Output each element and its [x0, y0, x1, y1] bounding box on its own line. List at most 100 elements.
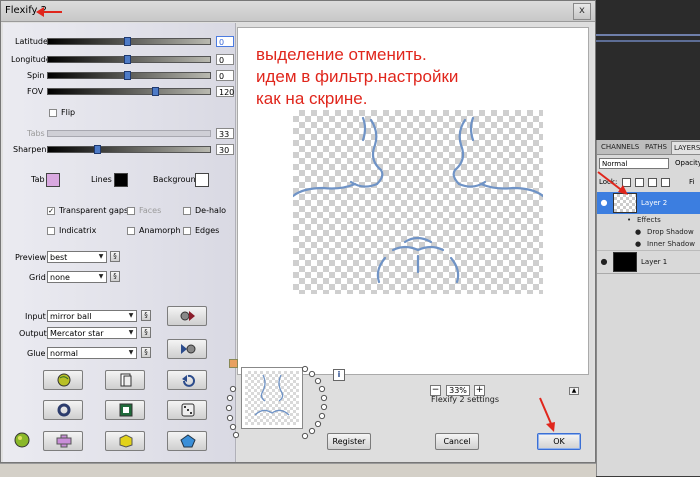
- undo-button[interactable]: [167, 370, 207, 390]
- collapse-button[interactable]: ▲: [569, 387, 579, 395]
- lock-all-icon[interactable]: [661, 177, 671, 187]
- edges-checkbox[interactable]: [183, 227, 191, 235]
- inner-shadow-row[interactable]: ● Inner Shadow: [597, 238, 700, 251]
- ring-icon: [57, 403, 71, 417]
- flexify-dialog: Flexify 2 x Latitude 0 Longitude 0 Spin …: [0, 0, 596, 463]
- preview-canvas[interactable]: выделение отменить. идем в фильтр.настро…: [237, 27, 589, 375]
- spin-input[interactable]: 0: [216, 70, 234, 81]
- tab-color-swatch[interactable]: [46, 173, 60, 187]
- eye-icon[interactable]: ●: [635, 226, 641, 238]
- preview-label: Preview: [15, 253, 47, 262]
- chevron-down-icon: ▼: [98, 253, 104, 260]
- cross-button[interactable]: [43, 431, 83, 451]
- slider-knob[interactable]: [151, 87, 159, 96]
- play-forward-button[interactable]: [167, 306, 207, 326]
- layer-row-layer-2[interactable]: ● Layer 2: [597, 192, 700, 215]
- longitude-slider[interactable]: [47, 55, 211, 64]
- dial-ring[interactable]: [299, 363, 329, 443]
- input-select[interactable]: mirror ball ▼: [47, 310, 137, 322]
- lock-transparent-icon[interactable]: [621, 177, 631, 187]
- undo-icon: [182, 374, 195, 387]
- tabs-slider: [47, 130, 211, 137]
- dice-button[interactable]: [167, 400, 207, 420]
- frame-button[interactable]: [105, 400, 145, 420]
- indicatrix-label: Indicatrix: [59, 226, 97, 235]
- eye-icon[interactable]: ●: [599, 258, 609, 266]
- faces-label: Faces: [139, 206, 162, 215]
- transparent-gaps-checkbox[interactable]: ✓: [47, 207, 55, 215]
- pentagon-button[interactable]: [167, 431, 207, 451]
- eye-icon[interactable]: ●: [599, 199, 609, 207]
- latitude-slider[interactable]: [47, 37, 211, 46]
- navigator-thumbnail[interactable]: [241, 367, 303, 429]
- copy-icon: [120, 373, 132, 387]
- slider-knob[interactable]: [124, 55, 132, 64]
- slider-knob[interactable]: [124, 37, 132, 46]
- register-button[interactable]: Register: [327, 433, 371, 450]
- cancel-button[interactable]: Cancel: [435, 433, 479, 450]
- flip-checkbox[interactable]: [49, 109, 57, 117]
- de-halo-checkbox[interactable]: [183, 207, 191, 215]
- flip-label: Flip: [61, 108, 76, 117]
- layer-row-layer-1[interactable]: ● Layer 1: [597, 251, 700, 274]
- fov-slider[interactable]: [47, 87, 211, 96]
- preview-link-button[interactable]: §: [110, 251, 120, 262]
- chevron-down-icon: ▼: [128, 349, 134, 356]
- tab-channels[interactable]: CHANNELS: [599, 141, 641, 153]
- anamorph-checkbox[interactable]: [127, 227, 135, 235]
- lines-color-swatch[interactable]: [114, 173, 128, 187]
- glue-link-button[interactable]: §: [141, 347, 151, 358]
- play-forward-icon: [180, 311, 195, 321]
- slider-knob[interactable]: [93, 145, 101, 154]
- output-select[interactable]: Mercator star ▼: [47, 327, 137, 339]
- longitude-input[interactable]: 0: [216, 54, 234, 65]
- note-line: идем в фильтр.настройки: [256, 67, 459, 86]
- opacity-label: Opacity: [675, 159, 700, 167]
- faces-checkbox[interactable]: [127, 207, 135, 215]
- fov-input[interactable]: 120: [216, 86, 234, 97]
- longitude-label: Longitude: [11, 55, 51, 64]
- slider-knob[interactable]: [124, 71, 132, 80]
- background-color-label: Background: [153, 175, 201, 184]
- randomize-button[interactable]: [43, 370, 83, 390]
- lock-move-icon[interactable]: [648, 177, 658, 187]
- play-reverse-button[interactable]: [167, 339, 207, 359]
- tab-paths[interactable]: PATHS: [643, 141, 669, 153]
- play-reverse-icon: [181, 344, 196, 354]
- chevron-down-icon: ▼: [128, 312, 134, 319]
- lock-pixels-icon[interactable]: [634, 177, 644, 187]
- grid-select[interactable]: none ▼: [47, 271, 107, 283]
- dice-icon: [181, 403, 195, 417]
- ring-button[interactable]: [43, 400, 83, 420]
- glue-select[interactable]: normal ▼: [47, 347, 137, 359]
- navigator-corner-handle[interactable]: [229, 359, 238, 368]
- tab-layers[interactable]: LAYERS: [671, 141, 700, 154]
- drop-shadow-label: Drop Shadow: [647, 228, 694, 236]
- settings-label: Flexify 2 settings: [431, 395, 500, 404]
- latitude-input[interactable]: 0: [216, 36, 234, 47]
- layers-panel-tabs: CHANNELS PATHS LAYERS: [597, 140, 700, 155]
- copy-button[interactable]: [105, 370, 145, 390]
- output-link-button[interactable]: §: [141, 327, 151, 338]
- spin-slider[interactable]: [47, 71, 211, 80]
- indicatrix-checkbox[interactable]: [47, 227, 55, 235]
- sharpen-input[interactable]: 30: [216, 144, 234, 155]
- preview-select[interactable]: best ▼: [47, 251, 107, 263]
- input-link-button[interactable]: §: [141, 310, 151, 321]
- background-color-swatch[interactable]: [195, 173, 209, 187]
- grid-link-button[interactable]: §: [110, 271, 120, 282]
- sharpen-slider[interactable]: [47, 145, 211, 154]
- tabs-label: Tabs: [27, 129, 45, 138]
- eye-icon[interactable]: ●: [635, 238, 641, 250]
- close-button[interactable]: x: [573, 3, 591, 20]
- tabs-input[interactable]: 33: [216, 128, 234, 139]
- lock-row: Lock: Fi: [599, 176, 699, 188]
- info-button[interactable]: i: [333, 369, 345, 381]
- cube-button[interactable]: [105, 431, 145, 451]
- title-bar[interactable]: Flexify 2 x: [1, 1, 595, 22]
- preview-value: best: [50, 253, 68, 262]
- ok-button[interactable]: OK: [537, 433, 581, 450]
- pentagon-icon: [180, 434, 196, 448]
- blend-mode-select[interactable]: Normal: [599, 158, 669, 169]
- glue-value: normal: [50, 349, 79, 358]
